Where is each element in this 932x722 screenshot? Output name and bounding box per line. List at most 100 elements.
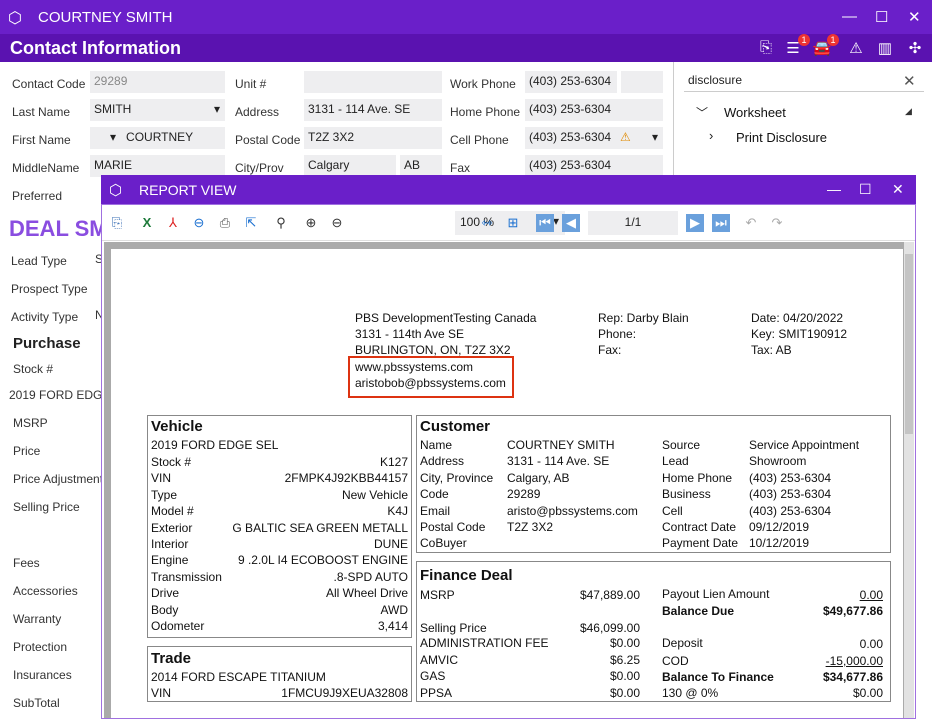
- cell-phone-field[interactable]: (403) 253-6304 ⚠ ▾: [525, 127, 663, 149]
- customer-field-value: Calgary, AB: [507, 470, 570, 485]
- work-ext-field[interactable]: [621, 71, 663, 93]
- vertical-scrollbar[interactable]: [904, 242, 914, 718]
- maximize-button[interactable]: ☐: [859, 181, 872, 198]
- chevron-down-icon: ▾: [651, 130, 658, 144]
- print-icon[interactable]: ⎙: [216, 214, 234, 232]
- trade-description: 2014 FORD ESCAPE TITANIUM: [151, 670, 326, 684]
- vehicle-field-label: Transmission: [151, 569, 222, 584]
- stock-label: Stock #: [13, 362, 54, 376]
- excel-icon[interactable]: X: [138, 214, 156, 232]
- vehicle-field-label: Drive: [151, 586, 180, 601]
- scrollbar-thumb[interactable]: [905, 254, 913, 434]
- stop-icon[interactable]: ⊖: [190, 214, 208, 232]
- contact-code-field[interactable]: 29289: [90, 71, 225, 93]
- zoom-in-icon[interactable]: ⊕: [302, 214, 320, 232]
- last-name-field[interactable]: SMITH ▾: [90, 99, 225, 121]
- fee-value: $6.25: [609, 652, 640, 667]
- customer-field-label: Name: [420, 438, 453, 452]
- bar-chart-icon[interactable]: ▥: [875, 39, 895, 57]
- home-phone-field[interactable]: (403) 253-6304: [525, 99, 663, 121]
- export-icon[interactable]: ⇱: [242, 214, 260, 232]
- close-button[interactable]: ✕: [908, 8, 921, 26]
- vehicle-field-label: Model #: [151, 504, 194, 519]
- find-icon[interactable]: ⚲: [272, 214, 290, 232]
- address-field[interactable]: 3131 - 114 Ave. SE: [304, 99, 442, 121]
- vehicle-field-value: K127: [379, 455, 408, 469]
- city-field[interactable]: Calgary: [304, 155, 396, 177]
- msrp-label: MSRP: [13, 416, 48, 430]
- fit-page-icon[interactable]: ⊞: [504, 214, 522, 232]
- next-page-icon[interactable]: ▶: [686, 214, 704, 232]
- vehicle-field-value: 3,414: [377, 619, 408, 633]
- customer-field-value: 09/12/2019: [749, 520, 810, 534]
- vehicle-field-value: K4J: [387, 504, 408, 519]
- customer-field-label: Postal Code: [420, 520, 486, 534]
- pdf-icon[interactable]: ⅄: [164, 214, 182, 232]
- fax: Fax:: [598, 343, 622, 357]
- page-indicator[interactable]: 1/1: [588, 211, 678, 235]
- postal-code-field[interactable]: T2Z 3X2: [304, 127, 442, 149]
- first-page-icon[interactable]: ⏮: [536, 214, 554, 232]
- warning-icon[interactable]: ⚠: [846, 39, 866, 57]
- finance-heading: Finance Deal: [420, 567, 513, 584]
- msrp-label: MSRP: [420, 588, 455, 602]
- fit-width-icon[interactable]: ⇿: [478, 214, 496, 232]
- dealer-email: aristobob@pbssystems.com: [355, 376, 506, 390]
- customer-field-label: Email: [420, 503, 451, 518]
- tree-item-worksheet[interactable]: Worksheet: [724, 105, 786, 120]
- preferred-label: Preferred: [12, 189, 63, 203]
- redo-icon[interactable]: ↷: [768, 214, 786, 232]
- postal-code-label: Postal Code: [235, 133, 301, 147]
- maximize-button[interactable]: ☐: [875, 8, 888, 26]
- tree-item-print-disclosure[interactable]: Print Disclosure: [736, 130, 827, 145]
- fee-label: ADMINISTRATION FEE: [420, 636, 549, 650]
- middle-name-field[interactable]: MARIE: [90, 155, 225, 177]
- document-icon[interactable]: ⎘: [108, 214, 126, 232]
- customer-field-value: 3131 - 114 Ave. SE: [507, 454, 610, 469]
- search-input[interactable]: disclosure: [684, 70, 924, 92]
- cod-value: -15,000.00: [825, 654, 883, 668]
- clear-search-icon[interactable]: ✕: [903, 72, 916, 90]
- window-titlebar: ⬡ COURTNEY SMITH — ☐ ✕: [0, 0, 932, 34]
- report-toolbar: ⎘ X ⅄ ⊖ ⎙ ⇱ ⚲ ⊕ ⊖ 100 % ▾ ⇿ ⊞ ⏮ ◀ 1/1 ▶ ⏭…: [102, 205, 915, 241]
- unit-field[interactable]: [304, 71, 442, 93]
- dealer-street: 3131 - 114th Ave SE: [355, 327, 464, 341]
- vehicle-name: 2019 FORD EDGE: [9, 388, 111, 402]
- chevron-down-icon[interactable]: ﹀: [696, 104, 708, 121]
- vehicle-field-label: Type: [151, 487, 178, 502]
- vehicle-field-value: .8-SPD AUTO: [333, 569, 408, 584]
- customer-field-label: CoBuyer: [420, 536, 467, 551]
- customer-field-label: Payment Date: [662, 536, 739, 551]
- vehicle-field-label: VIN: [151, 471, 172, 486]
- document-icon[interactable]: ⎘: [756, 39, 776, 56]
- fee-label: GAS: [420, 669, 446, 683]
- customer-field-label: Code: [420, 487, 449, 502]
- prospect-type-label: Prospect Type: [11, 282, 88, 296]
- customer-field-value: 10/12/2019: [749, 536, 810, 551]
- price-label: Price: [13, 444, 41, 458]
- chevron-right-icon[interactable]: ›: [709, 128, 713, 143]
- zoom-out-icon[interactable]: ⊖: [328, 214, 346, 232]
- work-phone-field[interactable]: (403) 253-6304: [525, 71, 617, 93]
- cube-icon: ⬡: [8, 10, 22, 27]
- close-button[interactable]: ✕: [892, 181, 904, 198]
- undo-icon[interactable]: ↶: [742, 214, 760, 232]
- fax-field[interactable]: (403) 253-6304: [525, 155, 663, 177]
- unit-label: Unit #: [235, 77, 267, 91]
- minimize-button[interactable]: —: [842, 8, 857, 25]
- contact-header: Contact Information ⎘ ☰ 1 🚘 1 ⚠ ▥ ✣: [0, 34, 932, 62]
- fee-label: PPSA: [420, 685, 453, 700]
- vehicle-field-value: AWD: [380, 602, 408, 617]
- prev-page-icon[interactable]: ◀: [562, 214, 580, 232]
- notification-badge: 1: [798, 34, 810, 46]
- cod-label: COD: [662, 654, 689, 668]
- last-page-icon[interactable]: ⏭: [712, 214, 730, 232]
- province-field[interactable]: AB: [400, 155, 442, 177]
- first-name-field[interactable]: ▾ COURTNEY: [90, 127, 225, 149]
- deal-title: DEAL SM: [9, 216, 108, 241]
- purchase-heading: Purchase: [13, 335, 81, 352]
- fee-value: $0.00: [609, 685, 640, 700]
- minimize-button[interactable]: —: [827, 181, 841, 197]
- balance-to-finance-value: $34,677.86: [822, 670, 883, 684]
- tools-icon[interactable]: ✣: [905, 39, 925, 57]
